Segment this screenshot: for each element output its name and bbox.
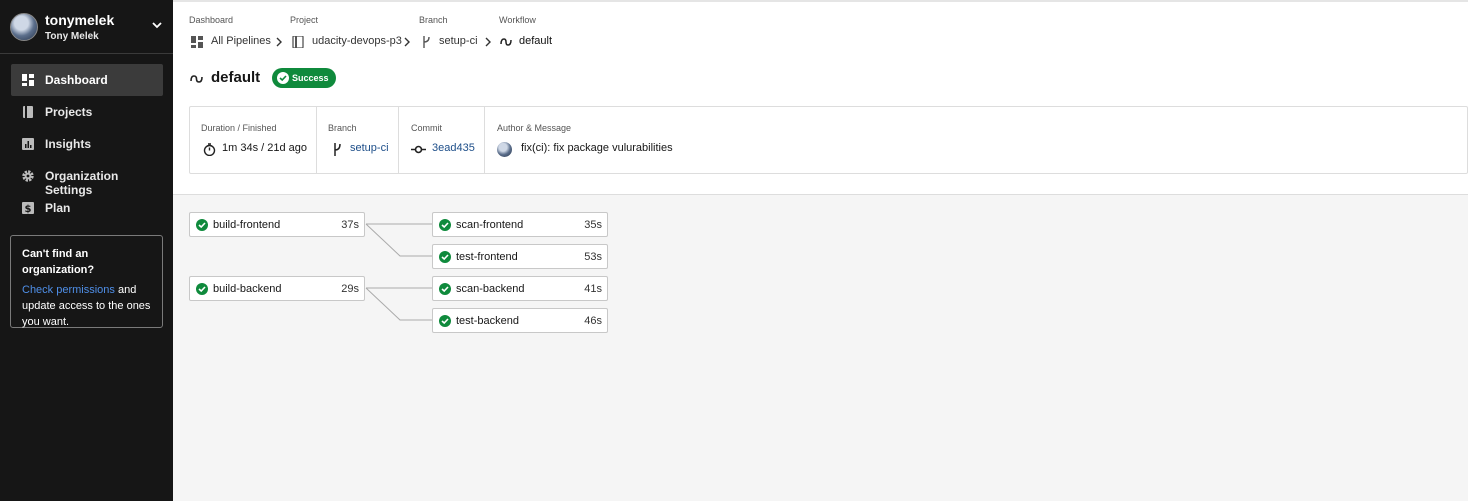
job-scan-frontend[interactable]: scan-frontend 35s [432,212,608,237]
job-duration: 41s [584,283,602,295]
job-duration: 35s [584,219,602,231]
job-connectors [365,223,432,321]
success-check-icon [439,283,451,295]
job-build-backend[interactable]: build-backend 29s [189,276,365,301]
job-name: test-backend [456,315,519,327]
success-check-icon [196,283,208,295]
success-check-icon [439,219,451,231]
job-duration: 46s [584,315,602,327]
job-duration: 37s [341,219,359,231]
job-scan-backend[interactable]: scan-backend 41s [432,276,608,301]
job-name: test-frontend [456,251,518,263]
job-name: build-frontend [213,219,281,231]
job-build-frontend[interactable]: build-frontend 37s [189,212,365,237]
job-duration: 53s [584,251,602,263]
job-name: scan-frontend [456,219,524,231]
success-check-icon [439,315,451,327]
job-test-backend[interactable]: test-backend 46s [432,308,608,333]
job-test-frontend[interactable]: test-frontend 53s [432,244,608,269]
job-name: build-backend [213,283,282,295]
job-name: scan-backend [456,283,525,295]
success-check-icon [439,251,451,263]
success-check-icon [196,219,208,231]
job-duration: 29s [341,283,359,295]
